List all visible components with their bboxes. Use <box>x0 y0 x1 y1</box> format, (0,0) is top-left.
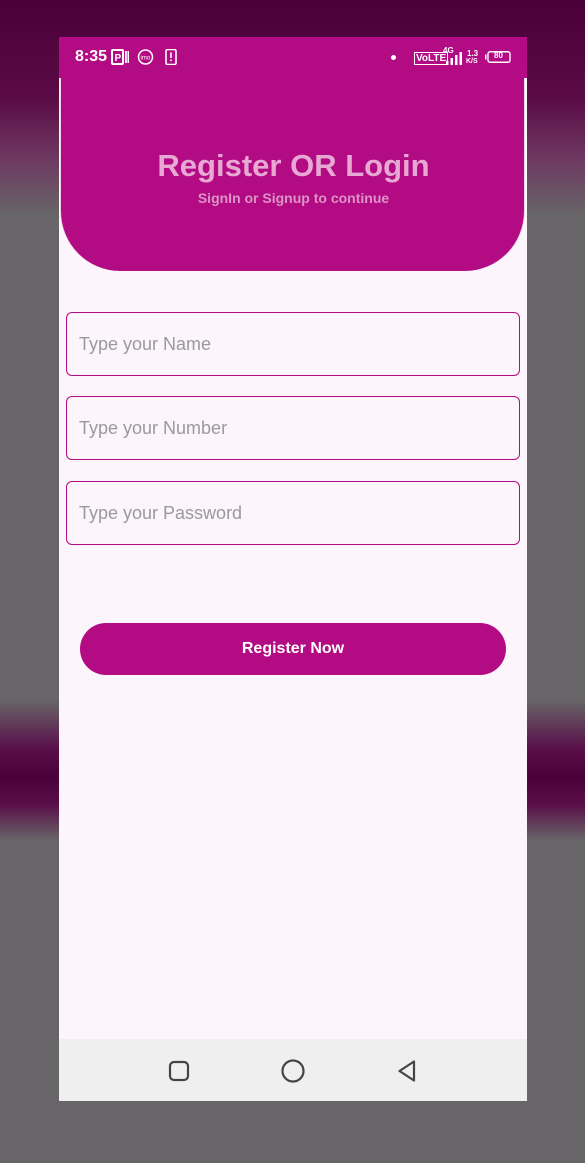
back-button[interactable] <box>392 1056 422 1086</box>
parking-notification-icon: P <box>111 49 129 65</box>
speed-unit: K/S <box>466 58 478 65</box>
register-button[interactable]: Register Now <box>80 623 506 675</box>
status-time: 8:35 <box>75 48 108 65</box>
password-input[interactable] <box>66 481 520 545</box>
navigation-bar <box>59 1039 527 1101</box>
notification-dot-icon <box>391 55 396 60</box>
recent-apps-icon <box>168 1060 190 1082</box>
status-bar: 8:35 P imo VoLTE 4G 1.3 K/S 80 <box>59 37 527 78</box>
signal-strength-icon <box>446 52 462 65</box>
home-button[interactable] <box>278 1056 308 1086</box>
number-input[interactable] <box>66 396 520 460</box>
name-input[interactable] <box>66 312 520 376</box>
header-banner: Register OR Login SignIn or Signup to co… <box>60 78 525 271</box>
recent-apps-button[interactable] <box>164 1056 194 1086</box>
speed-value: 1.3 <box>467 49 479 58</box>
svg-text:P: P <box>115 53 122 64</box>
battery-level: 80 <box>494 51 503 60</box>
svg-text:imo: imo <box>141 56 151 62</box>
page-title: Register OR Login <box>157 148 430 183</box>
page-subtitle: SignIn or Signup to continue <box>197 190 390 206</box>
phone-screen: 8:35 P imo VoLTE 4G 1.3 K/S 80 Register … <box>59 37 527 1101</box>
phone-alert-icon <box>165 49 177 65</box>
imo-notification-icon: imo <box>137 49 154 65</box>
back-icon <box>398 1060 416 1082</box>
home-icon <box>281 1059 305 1083</box>
